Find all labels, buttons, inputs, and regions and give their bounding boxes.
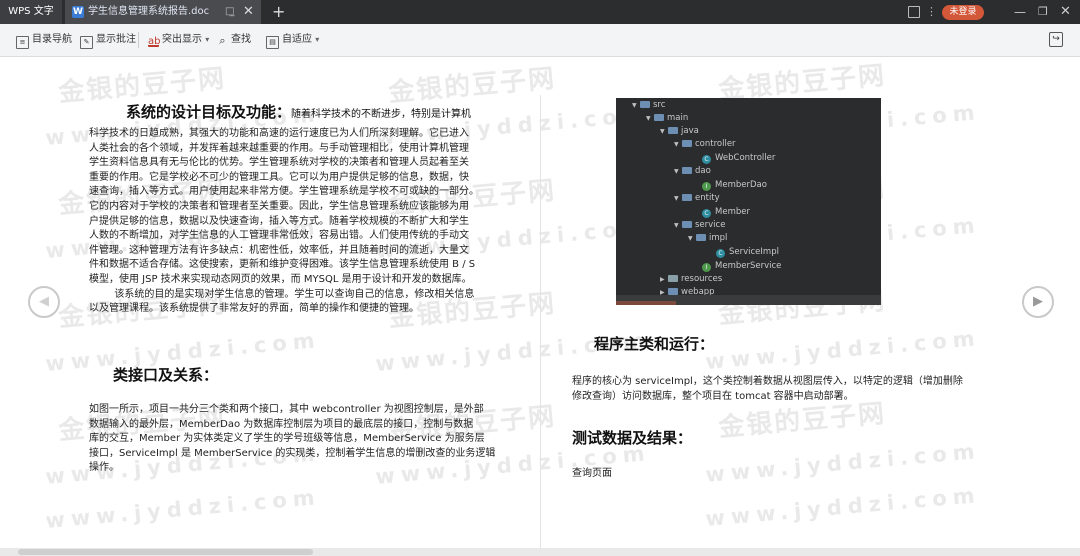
- highlight-dropdown-icon[interactable]: ▾: [205, 35, 209, 44]
- tree-node: ▼ src: [632, 100, 666, 110]
- test-results-heading: 测试数据及结果：: [572, 429, 693, 447]
- watermark-url: www.jyddzi.com: [704, 439, 982, 487]
- tab-pin-icon[interactable]: □̲: [225, 0, 234, 24]
- tree-scroll-indicator: [616, 301, 676, 305]
- paragraph-line: 户提供足够的信息，数据以及快速查询，插入等方式。随着学校规模的不断扩大和学生: [89, 215, 469, 227]
- paragraph-line: 修改查询）访问数据库，整个项目在 tomcat 容器中启动部署。: [572, 390, 854, 402]
- watermark-url: www.jyddzi.com: [704, 326, 982, 374]
- window-mode-icon[interactable]: [908, 6, 920, 18]
- writer-doc-icon: W: [72, 6, 84, 18]
- paragraph-line: 如图一所示，项目一共分三个类和两个接口，其中 webcontroller 为视图…: [89, 404, 484, 415]
- project-tree-screenshot: ▼ src ▼ main ▼ java ▼ controller C WebControl…: [616, 98, 881, 305]
- login-button[interactable]: 未登录: [942, 5, 984, 20]
- horizontal-scroll-thumb[interactable]: [18, 549, 313, 555]
- tree-node: C Member: [702, 206, 750, 219]
- watermark-url: www.jyddzi.com: [704, 483, 982, 531]
- paragraph-line: 学生资料信息具有无与伦比的优势。学生管理系统对学校的决策者和管理人员起着至关: [89, 157, 469, 169]
- show-comments-label: 显示批注: [96, 34, 136, 45]
- test-caption: 查询页面: [572, 467, 612, 482]
- paragraph-line: 件管理。这种管理方法有许多缺点：机密性低，效率低，并且随着时间的流逝，大量文: [89, 244, 469, 256]
- tree-node: ▶ resources: [660, 274, 723, 284]
- class-interface-heading: 类接口及关系：: [113, 366, 219, 384]
- paragraph-line: 以及管理课程。该系统提供了非常友好的界面，简单的操作和便捷的管理。: [89, 303, 419, 315]
- paragraph-line: 速查询，插入等方式。用户使用起来非常方便。学生管理系统是学校不可或缺的一部分。: [89, 186, 479, 198]
- previous-page-button[interactable]: ◀: [28, 286, 60, 318]
- class-interface-paragraph: 如图一所示，项目一共分三个类和两个接口，其中 webcontroller 为视图…: [89, 403, 495, 476]
- maximize-button[interactable]: ❐: [1038, 0, 1048, 24]
- tree-node: ▼ dao: [674, 166, 711, 176]
- minimize-button[interactable]: —: [1014, 0, 1026, 24]
- find-label: 查找: [231, 34, 251, 45]
- document-view[interactable]: 金银的豆子网 金银的豆子网 金银的豆子网 www.jyddzi.com www.…: [0, 57, 1080, 548]
- page-divider: [540, 95, 541, 548]
- tree-node: ▼ service: [674, 220, 726, 230]
- query-page-caption: 查询页面: [572, 468, 612, 479]
- search-icon: ⌕: [219, 34, 226, 47]
- fit-dropdown-icon[interactable]: ▾: [315, 35, 319, 44]
- paragraph-line: 它的内容对于学校的决策者和管理者至关重要。因此，学生信息管理系统应该能够为用: [89, 200, 469, 212]
- paragraph-line: 操作。: [89, 462, 119, 474]
- toolbar-divider: [138, 32, 139, 48]
- paragraph-line: 科学技术的日趋成熟，其强大的功能和高速的运行速度已为人们所深刻理解。它已进入: [89, 128, 469, 139]
- tree-node: ▼ java: [660, 126, 699, 136]
- app-menu-tab[interactable]: WPS 文字: [0, 0, 62, 24]
- highlight-icon: ab: [148, 36, 161, 47]
- intro-paragraph: 科学技术的日趋成熟，其强大的功能和高速的运行速度已为人们所深刻理解。它已进入 人…: [89, 127, 479, 317]
- menu-icon[interactable]: ⋮: [926, 2, 937, 22]
- intro-heading-line: 系统的设计目标及功能：随着科学技术的不断进步，特别是计算机: [126, 101, 471, 122]
- find-button[interactable]: ⌕ 查找: [217, 24, 251, 56]
- paragraph-line: 接口，ServiceImpl 是 MemberService 的实现类，控制着学…: [89, 447, 496, 459]
- paragraph-line: 人类社会的各个领域，并发挥着越来越重要的作用。与手动管理相比，使用计算机管理: [89, 142, 469, 154]
- paragraph-line: 模型，使用 JSP 技术来实现动态网页的效果，而 MYSQL 是用于设计和开发的…: [89, 273, 472, 285]
- document-tab-title: 学生信息管理系统报告.doc: [88, 6, 210, 17]
- paragraph-line: 数据输入的最外层，MemberDao 为数据库控制层为项目的最底层的接口，控制与…: [89, 418, 474, 430]
- outline-button[interactable]: ≡ 目录导航: [16, 24, 72, 56]
- outline-label: 目录导航: [32, 34, 72, 45]
- new-tab-button[interactable]: +: [272, 0, 285, 24]
- tree-node: C WebController: [702, 152, 775, 165]
- tree-node: ▼ main: [646, 113, 689, 123]
- paragraph-line: 程序的核心为 serviceImpl，这个类控制着数据从视图层传入，以特定的逻辑…: [572, 376, 963, 387]
- tree-node: ▼ controller: [674, 139, 736, 149]
- tree-node: C ServiceImpl: [716, 246, 779, 259]
- design-goals-heading: 系统的设计目标及功能：: [126, 103, 292, 121]
- highlight-label: 突出显示: [162, 34, 202, 45]
- tree-node: I MemberService: [702, 260, 781, 273]
- tab-close-icon[interactable]: ✕: [243, 0, 254, 24]
- document-tab[interactable]: W 学生信息管理系统报告.doc □̲ ✕: [65, 0, 261, 24]
- fit-page-icon: ▤: [266, 36, 279, 49]
- paragraph-line: 库的交互，Member 为实体类定义了学生的学号班级等信息，MemberServ…: [89, 433, 485, 445]
- next-page-button[interactable]: ▶: [1022, 286, 1054, 318]
- tree-node: I MemberDao: [702, 179, 767, 192]
- paragraph-line: 该系统的目的是实现对学生信息的管理。学生可以查询自己的信息，修改相关信息: [89, 288, 475, 300]
- watermark-url: www.jyddzi.com: [44, 485, 322, 533]
- title-bar: WPS 文字 W 学生信息管理系统报告.doc □̲ ✕ + ⋮ 未登录 — ❐…: [0, 0, 1080, 24]
- paragraph-line: 重要的作用。它是学校必不可少的管理工具。它可以为用户提供足够的信息，数据，快: [89, 171, 469, 183]
- tree-node: ▼ impl: [688, 233, 728, 243]
- outline-icon: ≡: [16, 36, 29, 49]
- exit-reading-mode-icon[interactable]: ↪: [1049, 32, 1063, 47]
- intro-first-line: 随着科学技术的不断进步，特别是计算机: [291, 109, 472, 120]
- paragraph-line: 件和数据不适合存储。这使搜索，更新和维护变得困难。该学生信息管理系统使用 B /…: [89, 259, 476, 271]
- main-class-paragraph: 程序的核心为 serviceImpl，这个类控制着数据从视图层传入，以特定的逻辑…: [572, 375, 963, 404]
- show-comments-button[interactable]: ✎ 显示批注: [80, 24, 136, 56]
- tree-node: ▼ entity: [674, 193, 720, 203]
- highlight-button[interactable]: ab 突出显示 ▾: [148, 24, 209, 56]
- fit-mode-label: 自适应: [282, 34, 312, 45]
- window-close-button[interactable]: ✕: [1060, 0, 1071, 24]
- comment-icon: ✎: [80, 36, 93, 49]
- reading-toolbar: ≡ 目录导航 ✎ 显示批注 ab 突出显示 ▾ ⌕ 查找 ▤ 自适应 ▾ ↪: [0, 24, 1080, 57]
- paragraph-line: 人数的不断增加，对学生信息的人工管理非常低效，容易出错。人们使用传统的手动文: [89, 230, 469, 242]
- fit-mode-button[interactable]: ▤ 自适应 ▾: [266, 24, 319, 56]
- main-class-heading: 程序主类和运行：: [594, 335, 715, 353]
